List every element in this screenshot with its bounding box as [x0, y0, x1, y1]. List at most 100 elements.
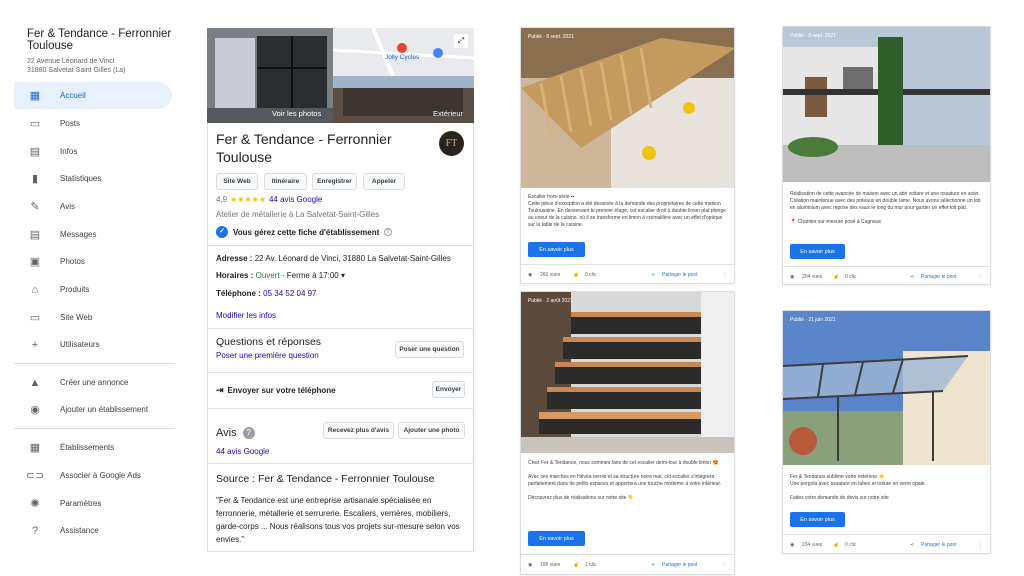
- nav-parametres[interactable]: ✺ Paramètres: [14, 490, 172, 517]
- help-icon[interactable]: ?: [242, 427, 255, 439]
- clicks-icon: ☝: [573, 272, 580, 278]
- nav-divider: [14, 428, 174, 429]
- website-button[interactable]: Site Web: [216, 173, 258, 190]
- business-logo: FT: [439, 131, 464, 156]
- post-footer: ◉ 234 vues ☝ 0 clic ⋖ Partager le post ⋮: [783, 534, 990, 554]
- divider: [207, 328, 474, 329]
- post-date: Publié · 8 sept. 2021: [790, 33, 836, 39]
- post-image: [783, 27, 990, 182]
- business-address: 22 Avenue Léonard de Vinci 31880 Salveta…: [27, 58, 126, 74]
- more-options-icon[interactable]: ⋮: [978, 274, 983, 280]
- info-icon[interactable]: ?: [384, 228, 393, 236]
- review-icon: ✎: [30, 201, 40, 213]
- post-date: Publié · 8 sept. 2021: [528, 34, 574, 40]
- post-date: Publié · 2 août 2021: [528, 298, 573, 304]
- more-options-icon[interactable]: ⋮: [722, 272, 727, 278]
- post-date: Publié · 21 juin 2021: [790, 317, 836, 323]
- learn-more-button[interactable]: En savoir plus: [790, 244, 845, 259]
- post-footer: ◉ 260 vues ☝ 0 clic ⋖ Partager le post ⋮: [521, 264, 734, 284]
- nav-messages[interactable]: ▤ Messages: [14, 221, 172, 248]
- nav-google-ads[interactable]: ⊂⊃ Associer à Google Ads: [14, 462, 172, 489]
- ask-question-button[interactable]: Poser une question: [395, 341, 464, 358]
- share-post-link[interactable]: Partager le post: [662, 562, 697, 568]
- posts-icon: ▭: [29, 118, 41, 130]
- nav-assistance[interactable]: ? Assistance: [14, 517, 172, 544]
- basket-icon: ⌂: [31, 283, 39, 296]
- share-post-link[interactable]: Partager le post: [921, 542, 956, 548]
- post-card: Publié · 8 sept. 2021 Réalisation de cet…: [782, 26, 991, 285]
- nav-photos[interactable]: ▣ Photos: [14, 248, 172, 275]
- reviews-count-link[interactable]: 44 avis Google: [216, 447, 269, 456]
- more-options-icon[interactable]: ⋮: [722, 562, 727, 568]
- store-icon: ▤: [29, 146, 41, 158]
- directions-button[interactable]: Itinéraire: [264, 173, 307, 190]
- share-icon[interactable]: ⋖: [910, 274, 914, 280]
- learn-more-button[interactable]: En savoir plus: [528, 531, 585, 546]
- nav-posts[interactable]: ▭ Posts: [14, 110, 172, 137]
- post-image: [521, 28, 734, 188]
- rating-stars-icon: ★★★★★: [230, 195, 266, 204]
- views-icon: ◉: [528, 562, 533, 568]
- learn-more-button[interactable]: En savoir plus: [790, 512, 845, 527]
- panel-title: Fer & Tendance - Ferronnier Toulouse: [216, 131, 392, 165]
- call-button[interactable]: Appeler: [363, 173, 405, 190]
- nav-accueil[interactable]: ▦ Accueil: [14, 82, 172, 109]
- edit-info-link[interactable]: Modifier les infos: [216, 311, 276, 320]
- message-icon: ▤: [29, 229, 41, 241]
- post-card: Publié · 21 juin 2021 Fer & Tendance sub…: [782, 310, 991, 554]
- share-post-link[interactable]: Partager le post: [921, 274, 956, 280]
- post-text: Chez Fer & Tendance, nous sommes fans de…: [528, 460, 722, 501]
- post-text: Escalier hors-série ▪▪ Cette pièce d'exc…: [528, 194, 726, 228]
- staircase-image: [521, 28, 734, 188]
- views-count: 234 vues: [802, 542, 823, 548]
- send-to-phone-row: ⇥ Envoyer sur votre téléphone: [216, 385, 336, 395]
- divider: [207, 463, 474, 464]
- link-icon: ⊂⊃: [25, 470, 45, 482]
- clicks-icon: ☝: [573, 562, 580, 568]
- nav-infos[interactable]: ▤ Infos: [14, 138, 172, 165]
- rating-row: 4,9 ★★★★★ 44 avis Google: [216, 195, 322, 204]
- nav-etablissements[interactable]: ▦ Établissements: [14, 434, 172, 461]
- clicks-count: 1 clic: [585, 562, 597, 568]
- nav-ajouter-etablissement[interactable]: ◉ Ajouter un établissement: [14, 396, 172, 423]
- nav-produits[interactable]: ⌂ Produits: [14, 276, 172, 303]
- reviews-link[interactable]: 44 avis Google: [269, 195, 322, 204]
- nav-statistiques[interactable]: ▮ Statistiques: [14, 165, 172, 192]
- qa-link[interactable]: Poser une première question: [216, 351, 319, 360]
- interior-photo[interactable]: Voir les photos: [207, 28, 333, 123]
- nav-avis[interactable]: ✎ Avis: [14, 193, 172, 220]
- views-count: 199 vues: [540, 562, 561, 568]
- exterior-label: Extérieur: [433, 109, 464, 118]
- share-post-link[interactable]: Partager le post: [662, 272, 697, 278]
- hours-row[interactable]: Horaires : Ouvert · Ferme à 17:00 ▾: [216, 271, 345, 280]
- phone-row: Téléphone : 05 34 52 04 97: [216, 289, 317, 298]
- map-exterior-photo[interactable]: Jolly Cycles ⤢ Extérieur: [333, 28, 474, 123]
- save-button[interactable]: Enregistrer: [312, 173, 357, 190]
- send-button[interactable]: Envoyer: [432, 381, 465, 398]
- get-more-reviews-button[interactable]: Recevez plus d'avis: [323, 422, 394, 439]
- post-text: Réalisation de cette avancée de maison a…: [790, 191, 981, 225]
- expand-map-icon[interactable]: ⤢: [454, 34, 468, 48]
- phone-link[interactable]: 05 34 52 04 97: [263, 289, 316, 298]
- nav-creer-annonce[interactable]: ▲ Créer une annonce: [14, 369, 172, 396]
- post-card: Publié · 8 sept. 2021 Escalier hors-séri…: [520, 27, 735, 284]
- nav-site-web[interactable]: ▭ Site Web: [14, 304, 172, 331]
- divider: [207, 245, 474, 246]
- rating-value: 4,9: [216, 195, 228, 204]
- learn-more-button[interactable]: En savoir plus: [528, 242, 585, 257]
- share-icon[interactable]: ⋖: [910, 542, 914, 548]
- post-card: Publié · 2 août 2021 Chez Fer & Tendance…: [520, 291, 735, 575]
- storefront-icon: ▦: [29, 442, 41, 454]
- carport-image: [783, 27, 990, 182]
- share-icon[interactable]: ⋖: [651, 562, 655, 568]
- post-text: Fer & Tendance sublime votre extérieur ☀…: [790, 474, 926, 501]
- more-options-icon[interactable]: ⋮: [978, 542, 983, 548]
- views-count: 260 vues: [540, 272, 561, 278]
- nav-divider: [14, 363, 174, 364]
- help-icon: ?: [31, 524, 39, 537]
- share-icon[interactable]: ⋖: [651, 272, 655, 278]
- nav-utilisateurs[interactable]: + Utilisateurs: [14, 331, 172, 358]
- add-photo-button[interactable]: Ajouter une photo: [398, 422, 465, 439]
- divider: [207, 372, 474, 373]
- send-to-phone-icon: ⇥: [216, 385, 224, 395]
